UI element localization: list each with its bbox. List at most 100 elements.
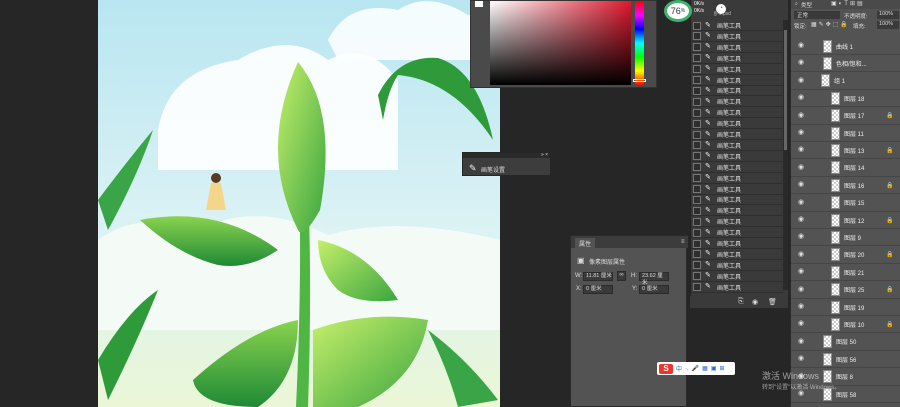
- history-checkbox[interactable]: [693, 54, 701, 63]
- visibility-eye-icon[interactable]: ◉: [798, 181, 806, 189]
- history-item[interactable]: ✎ 画笔工具: [691, 97, 783, 108]
- layer-row[interactable]: ◉ 图层 10 🔒: [791, 316, 900, 334]
- layer-name[interactable]: 图层 21: [844, 268, 864, 277]
- history-checkbox[interactable]: [693, 272, 701, 281]
- layer-row[interactable]: ◉ 图层 16 🔒: [791, 177, 900, 195]
- layer-row[interactable]: ◉ 图层 17 🔒: [791, 108, 900, 125]
- layer-row[interactable]: ◉ 图层 18: [791, 90, 900, 108]
- history-checkbox[interactable]: [693, 185, 701, 193]
- history-checkbox[interactable]: [693, 239, 701, 248]
- panel-titlebar[interactable]: [463, 153, 550, 158]
- history-checkbox[interactable]: [693, 21, 701, 30]
- history-item[interactable]: ✎ 画笔工具: [691, 228, 783, 239]
- layer-name[interactable]: 图层 56: [836, 355, 856, 364]
- layer-name[interactable]: 图层 13: [844, 146, 864, 155]
- ime-item-punct[interactable]: ·,: [685, 366, 689, 372]
- history-item[interactable]: ✎ 画笔工具: [691, 119, 783, 130]
- brush-settings-label[interactable]: 画笔设置: [481, 165, 505, 174]
- search-icon[interactable]: ⌕: [795, 1, 798, 7]
- visibility-eye-icon[interactable]: ◉: [798, 112, 806, 120]
- history-item[interactable]: ✎ 画笔工具: [691, 152, 783, 162]
- history-checkbox[interactable]: [693, 250, 701, 259]
- y-field[interactable]: 0 厘米: [639, 285, 669, 294]
- brush-icon[interactable]: ✎: [469, 163, 477, 174]
- microphone-icon[interactable]: 🎤: [692, 365, 699, 372]
- layer-row[interactable]: ◉ 图层 15: [791, 195, 900, 212]
- history-item[interactable]: ✎ 画笔工具: [691, 65, 783, 75]
- history-item[interactable]: ✎ 画笔工具: [691, 141, 783, 151]
- history-item[interactable]: ✎ 画笔工具: [691, 195, 783, 206]
- sogou-logo[interactable]: S: [659, 363, 673, 374]
- speed-gauge-icon[interactable]: ◔: [716, 4, 726, 14]
- layer-row[interactable]: ◉ 图层 13 🔒: [791, 142, 900, 160]
- width-field[interactable]: 11.81 厘米: [583, 272, 613, 281]
- visibility-eye-icon[interactable]: ◉: [798, 338, 806, 346]
- history-item[interactable]: ✎ 画笔工具: [691, 86, 783, 97]
- history-item[interactable]: ✎ 画笔工具: [691, 130, 783, 140]
- layer-name[interactable]: 图层 10: [844, 320, 864, 329]
- visibility-eye-icon[interactable]: ◉: [798, 129, 806, 137]
- visibility-eye-icon[interactable]: ◉: [798, 251, 806, 259]
- visibility-eye-icon[interactable]: ◉: [798, 42, 806, 50]
- visibility-eye-icon[interactable]: ◉: [798, 164, 806, 172]
- layer-name[interactable]: 图层 14: [844, 163, 864, 172]
- history-checkbox[interactable]: [693, 97, 701, 106]
- history-item[interactable]: ✎ 画笔工具: [691, 108, 783, 119]
- history-checkbox[interactable]: [693, 130, 701, 139]
- visibility-eye-icon[interactable]: ◉: [798, 94, 806, 102]
- artwork-canvas[interactable]: [98, 0, 500, 407]
- history-checkbox[interactable]: [693, 141, 701, 150]
- history-checkbox[interactable]: [693, 119, 701, 128]
- visibility-eye-icon[interactable]: ◉: [798, 320, 806, 328]
- history-item[interactable]: ✎ 画笔工具: [691, 76, 783, 86]
- layer-row[interactable]: ◉ 图层 9: [791, 229, 900, 247]
- history-checkbox[interactable]: [693, 283, 701, 292]
- history-checkbox[interactable]: [693, 86, 701, 95]
- history-checkbox[interactable]: [693, 108, 701, 117]
- toolbox-icon[interactable]: ⊞: [720, 365, 725, 372]
- hue-slider-handle[interactable]: [633, 79, 646, 82]
- layer-name[interactable]: 图层 25: [844, 285, 864, 294]
- layer-name[interactable]: 色相/饱和...: [836, 59, 867, 68]
- layer-row[interactable]: ◉ 图层 25 🔒: [791, 282, 900, 299]
- visibility-eye-icon[interactable]: ◉: [798, 146, 806, 154]
- history-item[interactable]: ✎ 画笔工具: [691, 283, 783, 293]
- skin-icon[interactable]: ▣: [711, 365, 717, 372]
- layer-row[interactable]: ◉ 图层 11: [791, 125, 900, 142]
- layer-row[interactable]: ◉ 图层 19: [791, 299, 900, 316]
- layer-name[interactable]: 图层 18: [844, 94, 864, 103]
- layer-filter-type[interactable]: 类型: [801, 1, 812, 9]
- visibility-eye-icon[interactable]: ◉: [798, 303, 806, 311]
- keyboard-icon[interactable]: ▦: [702, 365, 708, 372]
- layer-name[interactable]: 图层 20: [844, 250, 864, 259]
- trash-icon[interactable]: 🗑: [768, 298, 777, 306]
- layer-row[interactable]: ◉ 图层 56: [791, 351, 900, 369]
- history-item[interactable]: ✎ 画笔工具: [691, 43, 783, 53]
- layer-name[interactable]: 图层 9: [844, 233, 861, 242]
- history-checkbox[interactable]: [693, 163, 701, 172]
- layer-row[interactable]: ◉ 图层 50: [791, 334, 900, 351]
- visibility-eye-icon[interactable]: ◉: [798, 199, 806, 207]
- hue-slider-track[interactable]: [635, 1, 644, 85]
- history-checkbox[interactable]: [693, 195, 701, 204]
- camera-icon[interactable]: ◉: [752, 298, 758, 306]
- tab-properties[interactable]: 属性: [575, 238, 596, 249]
- history-item[interactable]: ✎ 画笔工具: [691, 54, 783, 64]
- layer-row[interactable]: ◉ 色相/饱和...: [791, 55, 900, 73]
- layer-name[interactable]: 图层 50: [836, 337, 856, 346]
- history-item[interactable]: ✎ 画笔工具: [691, 21, 783, 31]
- history-checkbox[interactable]: [693, 217, 701, 226]
- ime-toolbar[interactable]: S 中 ·, 🎤 ▦ ▣ ⊞: [657, 362, 735, 375]
- layer-row[interactable]: ◉ 图层 12 🔒: [791, 212, 900, 229]
- layer-name[interactable]: 图层 11: [844, 129, 864, 138]
- layer-name[interactable]: 曲线 1: [836, 42, 853, 51]
- layer-name[interactable]: 图层 19: [844, 303, 864, 312]
- visibility-eye-icon[interactable]: ◉: [798, 77, 806, 85]
- fill-field[interactable]: 100%: [877, 21, 899, 29]
- history-item[interactable]: ✎ 画笔工具: [691, 174, 783, 184]
- lock-icons[interactable]: ▦✎✥⬚🔒: [811, 21, 850, 28]
- history-item[interactable]: ✎ 画笔工具: [691, 239, 783, 249]
- visibility-eye-icon[interactable]: ◉: [798, 216, 806, 224]
- layer-name[interactable]: 图层 17: [844, 111, 864, 120]
- history-checkbox[interactable]: [693, 174, 701, 183]
